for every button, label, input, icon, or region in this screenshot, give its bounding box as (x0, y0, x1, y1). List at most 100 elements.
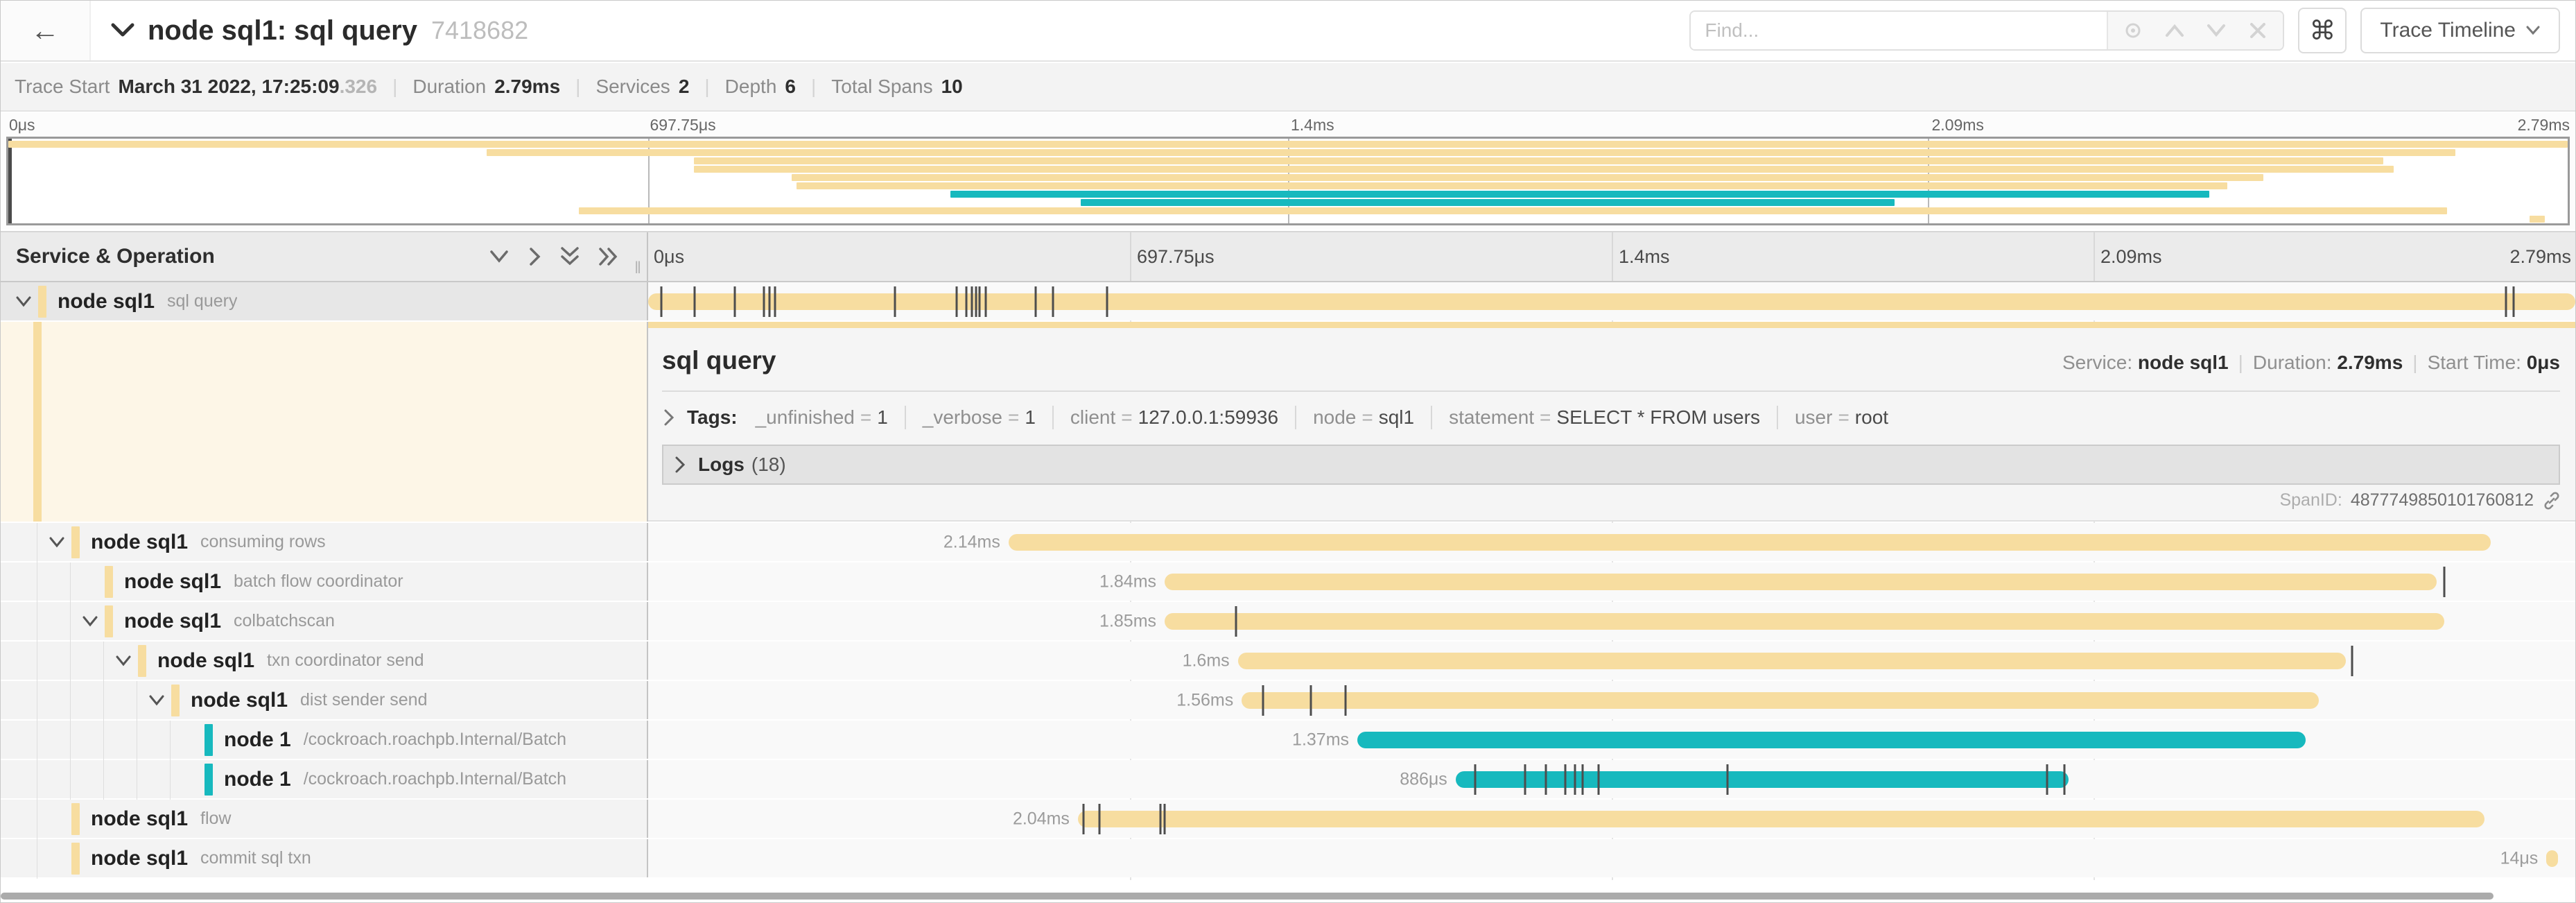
span-name-cell[interactable]: node sql1commit sql txn (1, 839, 648, 877)
expander-chevron-icon[interactable] (146, 694, 167, 707)
span-row[interactable]: node sql1sql query (1, 282, 2575, 320)
span-bar-cell[interactable]: 886μs (648, 760, 2575, 798)
locate-icon[interactable] (2115, 15, 2151, 46)
log-tick-mark (1597, 764, 1599, 795)
service-name: node sql1 (157, 649, 254, 673)
service-color-chip (38, 286, 46, 318)
span-duration-bar[interactable] (1238, 653, 2347, 669)
expander-chevron-icon[interactable] (80, 615, 101, 628)
minimap-span-bar (487, 149, 2455, 156)
span-bar-cell[interactable]: 1.85ms (648, 602, 2575, 640)
span-duration-bar[interactable] (648, 293, 2575, 310)
span-row[interactable]: node sql1commit sql txn14μs (1, 839, 2575, 877)
span-bar-cell[interactable]: 1.84ms (648, 562, 2575, 601)
expander-chevron-icon[interactable] (113, 655, 134, 667)
span-id-value: 4877749850101760812 (2351, 490, 2534, 510)
span-row[interactable]: node 1/cockroach.roachpb.Internal/Batch 8… (1, 760, 2575, 798)
trace-timeline-dropdown[interactable]: Trace Timeline (2360, 8, 2560, 53)
indent-guide (103, 721, 104, 760)
minimap-labels: 0μs697.75μs1.4ms2.09ms2.79ms (6, 116, 2570, 135)
span-duration-bar[interactable] (1242, 692, 2319, 709)
back-arrow-icon: ← (31, 16, 60, 45)
span-row[interactable]: node 1/cockroach.roachpb.Internal/Batch1… (1, 721, 2575, 759)
span-duration-bar[interactable] (1357, 732, 2306, 748)
span-bar-cell[interactable]: 1.6ms (648, 642, 2575, 680)
minimap-span-bar (8, 141, 2568, 148)
span-duration-bar[interactable] (2546, 850, 2558, 867)
log-tick-mark (1345, 685, 1347, 716)
tags-toggle[interactable]: Tags: _unfinished=1_verbose=1client=127.… (648, 392, 2575, 429)
expand-all-icon[interactable] (598, 246, 619, 267)
indent-guide (103, 681, 104, 721)
span-bar-cell[interactable]: 14μs (648, 839, 2575, 877)
keyboard-shortcuts-button[interactable]: ⌘ (2298, 8, 2347, 53)
log-tick-mark (1310, 685, 1312, 716)
span-bar-cell[interactable]: 1.56ms (648, 681, 2575, 719)
collapse-all-icon[interactable] (559, 246, 580, 267)
title-chevron-down-icon[interactable] (110, 22, 135, 39)
trace-title-wrap: node sql1: sql query 7418682 (110, 15, 1689, 46)
horizontal-scrollbar[interactable] (1, 893, 2494, 900)
span-row[interactable]: node sql1 txn coordinator send 1.6ms (1, 642, 2575, 680)
span-detail-meta: Service: node sql1|Duration: 2.79ms|Star… (2062, 352, 2560, 374)
column-resize-handle[interactable]: ‖ (634, 259, 643, 278)
log-tick-mark (1164, 804, 1166, 834)
log-tick-mark (1098, 804, 1100, 834)
minimap-span-bar (694, 157, 2383, 164)
span-duration-label: 886μs (1400, 769, 1447, 789)
service-color-chip (204, 764, 213, 796)
span-bar-cell[interactable] (648, 282, 2575, 320)
log-tick-mark (1083, 804, 1085, 834)
operation-name: txn coordinator send (267, 651, 424, 671)
clear-find-icon[interactable] (2240, 15, 2276, 46)
expander-chevron-icon[interactable] (46, 536, 67, 549)
log-tick-mark (2046, 764, 2048, 795)
timeline-minimap[interactable] (6, 137, 2570, 225)
service-color-chip (171, 685, 180, 716)
span-row[interactable]: node sql1batch flow coordinator1.84ms (1, 562, 2575, 601)
span-name-cell[interactable]: node sql1colbatchscan (1, 602, 648, 640)
tag-key: _unfinished (756, 406, 855, 428)
prev-result-icon[interactable] (2157, 15, 2193, 46)
span-row[interactable]: node sql1dist sender send1.56ms (1, 681, 2575, 719)
timeline-column-header: Service & Operation ‖ 0μs697.75μs1.4ms2.… (1, 231, 2575, 282)
span-row[interactable]: node sql1consuming rows2.14ms (1, 523, 2575, 561)
operation-name: /cockroach.roachpb.Internal/Batch (304, 730, 566, 750)
indent-guide (70, 642, 71, 681)
tag-equals: = (860, 406, 871, 428)
span-name-cell[interactable]: node sql1flow (1, 800, 648, 838)
span-bar-cell[interactable]: 2.14ms (648, 523, 2575, 561)
log-tick-mark (1052, 286, 1054, 317)
span-duration-bar[interactable] (1456, 771, 2069, 788)
span-name-cell[interactable]: node 1/cockroach.roachpb.Internal/Batch (1, 721, 648, 759)
indent-guide (70, 562, 71, 602)
logs-toggle[interactable]: Logs (18) (662, 445, 2560, 485)
deep-link-icon[interactable] (2542, 491, 2561, 510)
minimap-left-scrubber[interactable] (8, 139, 12, 223)
span-name-cell[interactable]: node sql1 txn coordinator send (1, 642, 648, 680)
span-name-cell[interactable]: node 1/cockroach.roachpb.Internal/Batch (1, 760, 648, 798)
span-duration-bar[interactable] (1165, 574, 2437, 590)
span-name-cell[interactable]: node sql1consuming rows (1, 523, 648, 561)
span-name-cell[interactable]: node sql1dist sender send (1, 681, 648, 719)
span-bar-cell[interactable]: 1.37ms (648, 721, 2575, 759)
span-duration-bar[interactable] (1078, 811, 2484, 827)
span-bar-cell[interactable]: 2.04ms (648, 800, 2575, 838)
tree-controls (489, 246, 619, 267)
span-name-cell[interactable]: node sql1sql query (1, 282, 648, 320)
collapse-one-icon[interactable] (489, 249, 510, 264)
span-duration-bar[interactable] (1009, 534, 2491, 551)
span-name-cell[interactable]: node sql1batch flow coordinator (1, 562, 648, 601)
span-detail-left-column (1, 322, 648, 522)
chevron-down-icon (2525, 25, 2541, 36)
back-button[interactable]: ← (1, 1, 91, 60)
span-row[interactable]: node sql1flow2.04ms (1, 800, 2575, 838)
expand-one-icon[interactable] (528, 246, 541, 267)
span-row[interactable]: node sql1colbatchscan1.85ms (1, 602, 2575, 640)
span-duration-bar[interactable] (1165, 613, 2444, 630)
expander-chevron-icon[interactable] (13, 295, 34, 308)
log-tick-mark (2513, 286, 2515, 317)
next-result-icon[interactable] (2198, 15, 2234, 46)
find-input[interactable] (1691, 12, 2107, 49)
log-tick-mark (955, 286, 957, 317)
